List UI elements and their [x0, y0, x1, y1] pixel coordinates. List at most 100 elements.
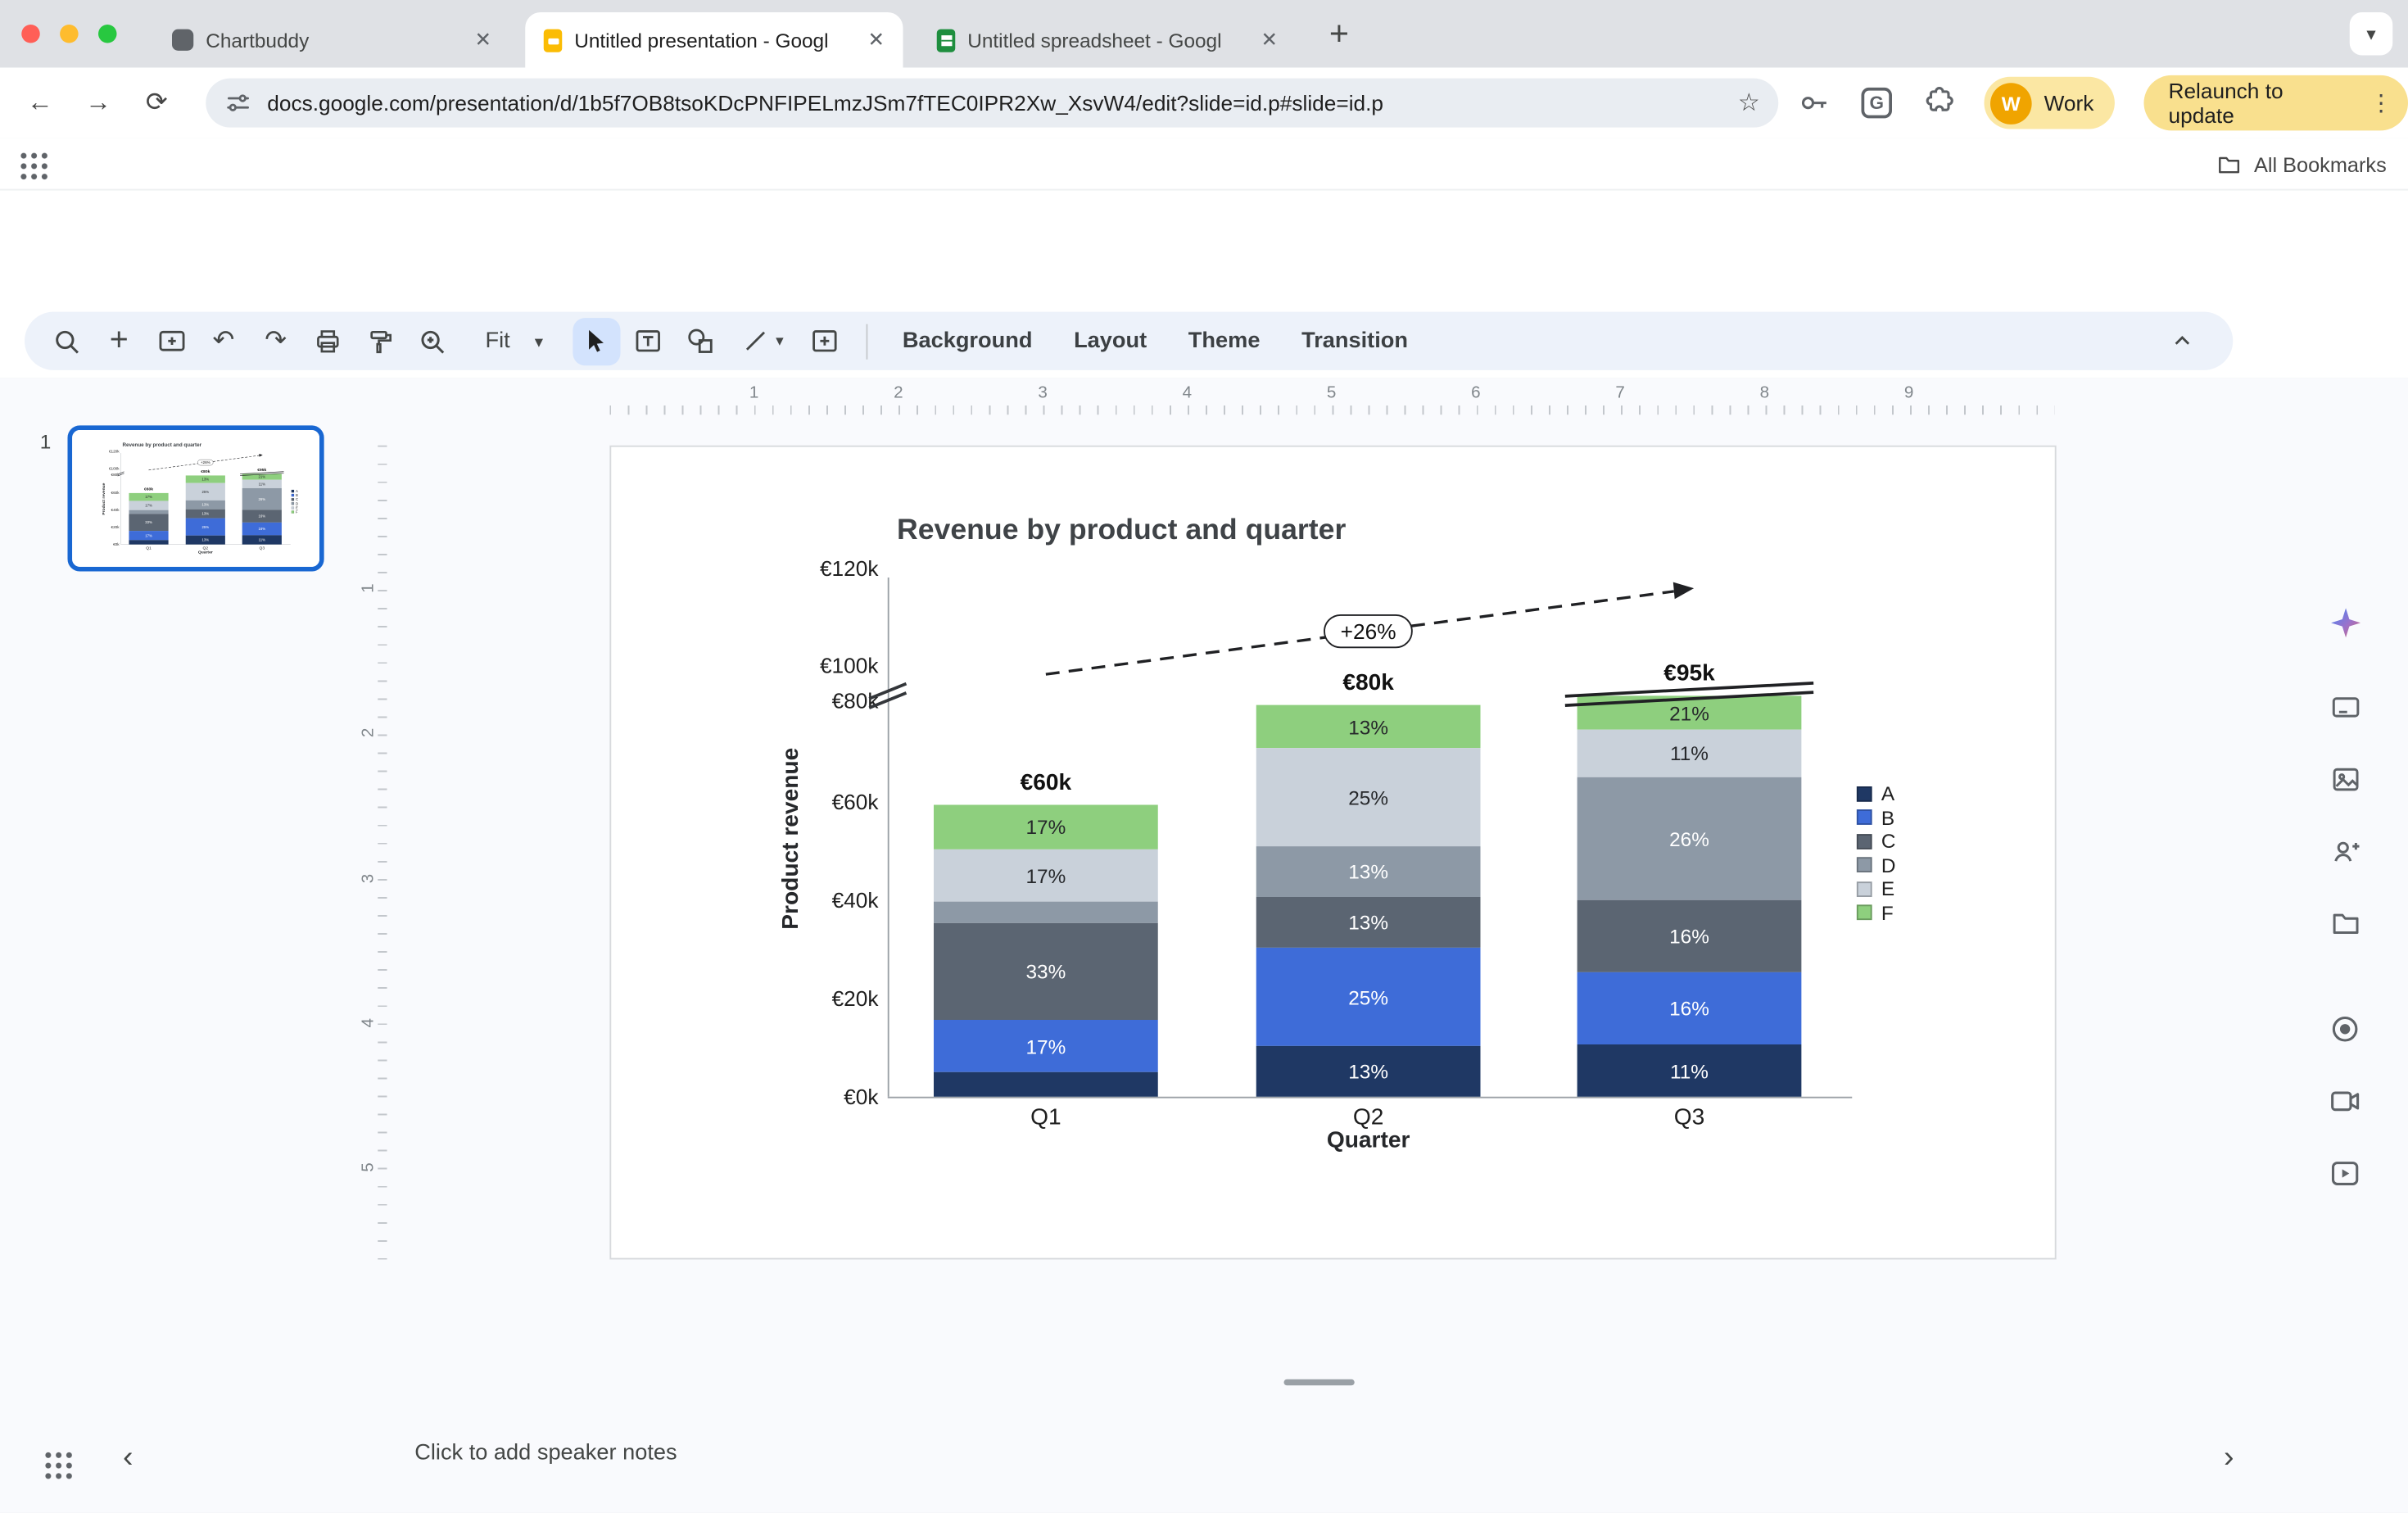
slides-favicon — [544, 29, 563, 52]
record-icon[interactable] — [2319, 1003, 2371, 1055]
profile-chip[interactable]: W Work — [1985, 77, 2116, 129]
hruler-number: 6 — [1471, 384, 1480, 403]
legend-swatch — [292, 490, 294, 492]
hruler-number: 4 — [1183, 384, 1192, 403]
cards-panel-icon[interactable] — [2319, 681, 2371, 733]
all-bookmarks[interactable]: All Bookmarks — [2216, 147, 2387, 181]
close-window-icon[interactable] — [21, 25, 40, 43]
undo-icon[interactable]: ↶ — [200, 317, 247, 365]
tab-search-icon[interactable]: ▾ — [2350, 12, 2393, 56]
select-tool-icon[interactable] — [573, 317, 620, 365]
zoom-icon[interactable] — [409, 317, 456, 365]
segment-q2-f: 13% — [186, 475, 225, 482]
category-label-q2: Q2 — [1256, 1104, 1481, 1130]
legend-swatch — [292, 506, 294, 509]
folder-icon[interactable] — [2319, 897, 2371, 949]
extensions-puzzle-icon[interactable] — [1920, 86, 1953, 120]
bookmark-star-icon[interactable]: ☆ — [1738, 88, 1760, 119]
hruler-number: 2 — [894, 384, 903, 403]
segment-q2-f: 13% — [1256, 705, 1481, 749]
transition-button[interactable]: Transition — [1283, 328, 1427, 353]
legend-swatch — [1857, 904, 1872, 920]
ruler-ticks — [609, 405, 2054, 414]
slides-toolbar: + ↶ ↷ Fit ▾ ▾ — [25, 312, 2233, 370]
camera-icon[interactable] — [2319, 1076, 2371, 1128]
paint-format-icon[interactable] — [356, 317, 404, 365]
insert-shape-icon[interactable] — [677, 317, 724, 365]
toolbar-separator — [866, 324, 867, 359]
bar-q3: 11%16%16%26%11%21% — [242, 473, 282, 544]
redo-icon[interactable]: ↷ — [252, 317, 300, 365]
play-icon[interactable] — [2319, 1148, 2371, 1200]
password-key-icon[interactable] — [1797, 86, 1831, 120]
new-tab-button[interactable]: + — [1318, 12, 1361, 56]
notes-resize-handle[interactable] — [1284, 1379, 1355, 1386]
forward-icon[interactable]: → — [80, 84, 117, 121]
ruler-ticks — [378, 446, 387, 1260]
address-bar[interactable]: docs.google.com/presentation/d/1b5f7OB8t… — [206, 79, 1778, 128]
reload-icon[interactable]: ⟳ — [138, 84, 175, 121]
expand-side-panel-icon[interactable]: › — [2224, 1441, 2234, 1476]
zoom-fit-dropdown[interactable]: Fit ▾ — [470, 328, 559, 353]
relaunch-button[interactable]: Relaunch to update ⋮ — [2144, 75, 2408, 131]
segment-q3-b: 16% — [242, 523, 282, 536]
bar-q2: 13%25%13%13%25%13% — [186, 475, 225, 544]
tab-presentation[interactable]: Untitled presentation - Googl ✕ — [525, 12, 903, 68]
g-extension-icon[interactable]: G — [1862, 88, 1893, 119]
minimize-window-icon[interactable] — [60, 25, 79, 43]
grid-view-icon[interactable] — [43, 1450, 75, 1481]
chevron-down-icon: ▾ — [535, 331, 543, 351]
legend-label: D — [1881, 854, 1896, 877]
relaunch-label: Relaunch to update — [2169, 79, 2351, 128]
y-tick-label: €20k — [762, 986, 879, 1011]
theme-button[interactable]: Theme — [1170, 328, 1279, 353]
segment-q2-c: 13% — [1256, 897, 1481, 948]
back-icon[interactable]: ← — [21, 84, 58, 121]
close-tab-icon[interactable]: ✕ — [865, 28, 888, 52]
slide-canvas[interactable]: Revenue by product and quarterProduct re… — [609, 446, 2056, 1260]
y-tick-label: €0k — [98, 542, 119, 546]
chrome-menu-icon[interactable]: ⋮ — [2370, 89, 2392, 117]
segment-label: 33% — [1025, 960, 1066, 983]
segment-q3-d: 26% — [1577, 777, 1802, 900]
speaker-notes-placeholder[interactable]: Click to add speaker notes — [414, 1441, 677, 1465]
image-panel-icon[interactable] — [2319, 753, 2371, 805]
insert-line-icon[interactable]: ▾ — [729, 317, 797, 365]
chevron-down-icon: ▾ — [776, 333, 783, 350]
hruler-number: 3 — [1038, 384, 1047, 403]
maximize-window-icon[interactable] — [98, 25, 117, 43]
segment-label: 13% — [202, 538, 210, 542]
legend-label: F — [1881, 901, 1894, 924]
collapse-toolbar-icon[interactable] — [2157, 317, 2205, 365]
profile-avatar: W — [1990, 82, 2032, 124]
gemini-panel-icon[interactable] — [2319, 596, 2371, 649]
insert-placeholder-icon[interactable] — [801, 317, 849, 365]
new-slide-plus-icon[interactable]: + — [95, 317, 143, 365]
text-box-icon[interactable] — [624, 317, 672, 365]
new-slide-layout-icon[interactable] — [147, 317, 195, 365]
legend-item-f: F — [292, 510, 298, 514]
print-icon[interactable] — [304, 317, 351, 365]
segment-label: 13% — [1348, 715, 1388, 738]
vruler-number: 5 — [360, 1162, 378, 1171]
collapse-filmstrip-icon[interactable]: ‹ — [123, 1441, 134, 1476]
segment-q2-d: 13% — [1256, 846, 1481, 897]
close-tab-icon[interactable]: ✕ — [472, 28, 495, 52]
slide-thumbnail-content: Revenue by product and quarterProduct re… — [72, 430, 324, 572]
apps-grid-icon[interactable] — [19, 151, 50, 182]
add-person-icon[interactable] — [2319, 825, 2371, 877]
bar-q1: 17%33%17%17% — [934, 805, 1158, 1097]
layout-button[interactable]: Layout — [1056, 328, 1166, 353]
tab-strip: Chartbuddy ✕ Untitled presentation - Goo… — [0, 0, 2408, 68]
search-menus-icon[interactable] — [43, 317, 91, 365]
background-button[interactable]: Background — [884, 328, 1051, 353]
vruler-number: 4 — [360, 1018, 378, 1027]
bar-q3: 11%16%16%26%11%21% — [1577, 695, 1802, 1096]
category-label-q3: Q3 — [242, 546, 282, 550]
tab-chartbuddy[interactable]: Chartbuddy ✕ — [154, 12, 510, 68]
slide-thumbnail[interactable]: Revenue by product and quarterProduct re… — [68, 425, 324, 571]
category-label-q1: Q1 — [129, 546, 168, 550]
close-tab-icon[interactable]: ✕ — [1258, 28, 1281, 52]
tab-spreadsheet[interactable]: Untitled spreadsheet - Googl ✕ — [918, 12, 1296, 68]
site-info-icon[interactable] — [224, 89, 252, 117]
